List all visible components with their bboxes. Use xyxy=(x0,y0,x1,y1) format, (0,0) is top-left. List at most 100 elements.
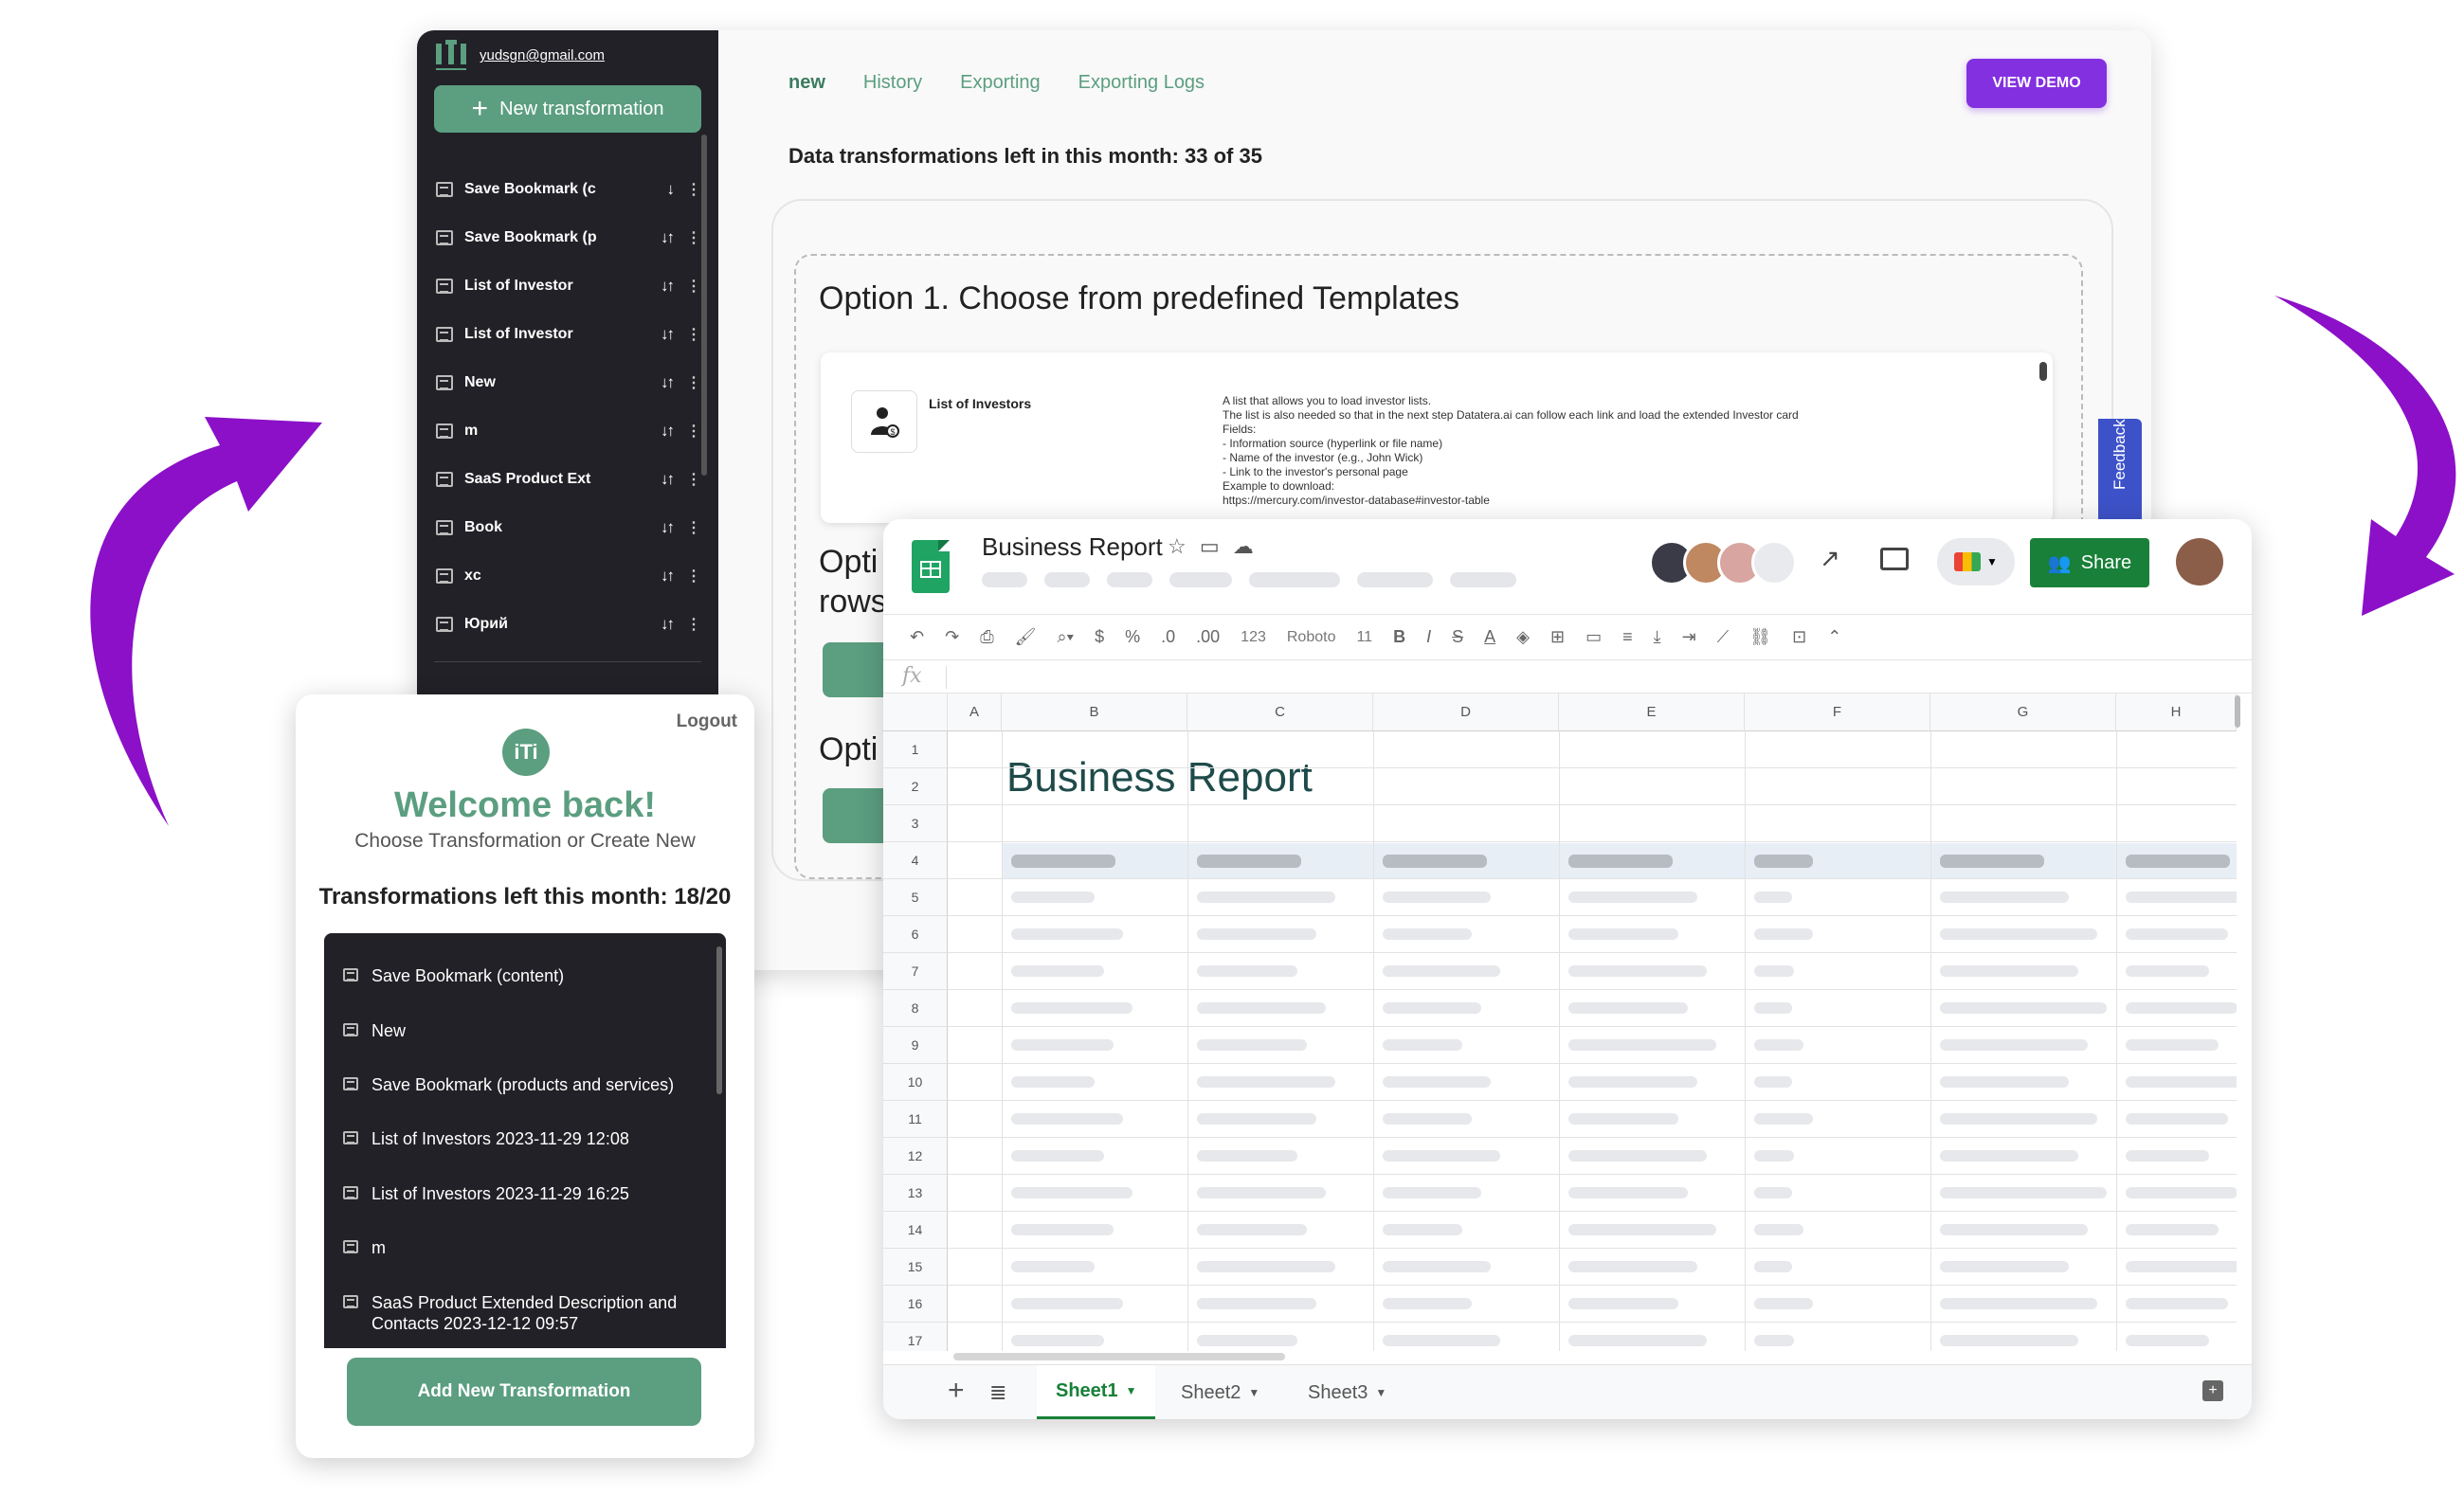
row-header[interactable]: 5 xyxy=(883,879,948,916)
cell-placeholder[interactable] xyxy=(1940,928,2097,940)
corner-cell[interactable] xyxy=(883,693,948,731)
cell-placeholder[interactable] xyxy=(1011,1335,1104,1346)
report-heading[interactable]: Business Report xyxy=(1006,754,1313,802)
cell-placeholder[interactable] xyxy=(1383,1150,1500,1162)
cell-placeholder[interactable] xyxy=(1568,1076,1697,1088)
cell-placeholder[interactable] xyxy=(1754,1224,1803,1235)
cell-placeholder[interactable] xyxy=(2126,1298,2228,1309)
tab-exporting[interactable]: Exporting xyxy=(960,72,1041,94)
column-header[interactable]: G xyxy=(1930,693,2116,731)
cell-placeholder[interactable] xyxy=(2126,1076,2237,1088)
cell-placeholder[interactable] xyxy=(2126,1224,2219,1235)
cell-placeholder[interactable] xyxy=(1940,1076,2069,1088)
cell-placeholder[interactable] xyxy=(1568,1150,1707,1162)
cell-placeholder[interactable] xyxy=(1011,1113,1123,1125)
cell-placeholder[interactable] xyxy=(2126,892,2237,903)
tab-new[interactable]: new xyxy=(788,72,825,94)
row-header[interactable]: 6 xyxy=(883,916,948,953)
cell-placeholder[interactable] xyxy=(1383,1187,1481,1198)
cell-placeholder[interactable] xyxy=(1011,928,1123,940)
cell-placeholder[interactable] xyxy=(1754,1298,1813,1309)
cell-placeholder[interactable] xyxy=(1011,1002,1132,1014)
row-header[interactable]: 1 xyxy=(883,731,948,768)
horizontal-scrollbar[interactable] xyxy=(953,1353,2185,1360)
meet-button[interactable]: ▼ xyxy=(1937,538,2015,585)
cell-placeholder[interactable] xyxy=(1754,1335,1794,1346)
font-size-select[interactable]: 11 xyxy=(1356,629,1372,646)
more-options-icon[interactable]: ⋮ xyxy=(686,615,701,634)
sort-arrows-icon[interactable]: ↓↑ xyxy=(635,422,675,441)
sidebar-scrollbar[interactable] xyxy=(701,135,707,476)
more-options-icon[interactable]: ⋮ xyxy=(686,373,701,392)
cell-placeholder[interactable] xyxy=(1383,1039,1462,1051)
cell-placeholder[interactable] xyxy=(1568,1298,1678,1309)
formula-bar[interactable]: fx xyxy=(883,659,2252,693)
row-header[interactable]: 4 xyxy=(883,842,948,879)
text-color-icon[interactable]: A xyxy=(1484,627,1495,647)
all-sheets-icon[interactable]: ≣ xyxy=(989,1380,1006,1405)
cell-placeholder[interactable] xyxy=(1197,1224,1307,1235)
redo-icon[interactable]: ↷ xyxy=(945,627,959,647)
row-header[interactable]: 13 xyxy=(883,1175,948,1212)
cell-placeholder[interactable] xyxy=(1568,1002,1688,1014)
list-item[interactable]: Save Bookmark (products and services) xyxy=(324,1074,693,1095)
explore-icon[interactable]: + xyxy=(2202,1380,2223,1401)
menu-item-placeholder[interactable] xyxy=(1450,572,1516,587)
sidebar-item[interactable]: Юрий ↓↑ ⋮ xyxy=(417,600,701,648)
cell-placeholder[interactable] xyxy=(1011,1187,1132,1198)
column-header[interactable]: E xyxy=(1559,693,1745,731)
cell-placeholder[interactable] xyxy=(1011,1039,1114,1051)
spreadsheet-grid[interactable]: Business Report A B C D E F G H 1 2 3 4 5 6 7 8 9 10 11 12 1… xyxy=(883,693,2237,1351)
cell-placeholder[interactable] xyxy=(1197,892,1335,903)
column-header[interactable]: B xyxy=(1002,693,1187,731)
cell-placeholder[interactable] xyxy=(1754,965,1794,977)
star-folder-cloud-icons[interactable]: ☆ ▭ ☁ xyxy=(1168,534,1258,559)
cell-placeholder[interactable] xyxy=(2126,965,2209,977)
cell-placeholder[interactable] xyxy=(1011,965,1104,977)
cell-placeholder[interactable] xyxy=(1383,892,1491,903)
undo-icon[interactable]: ↶ xyxy=(910,627,924,647)
cell-placeholder[interactable] xyxy=(1011,1150,1104,1162)
sheet-tab-2[interactable]: Sheet2 ▼ xyxy=(1162,1365,1278,1419)
sort-arrows-icon[interactable]: ↓↑ xyxy=(635,615,675,634)
logout-link[interactable]: Logout xyxy=(677,711,737,732)
sidebar-item[interactable]: Save Bookmark (p ↓↑ ⋮ xyxy=(417,213,701,261)
vertical-scrollbar[interactable] xyxy=(2235,695,2240,728)
row-header[interactable]: 14 xyxy=(883,1212,948,1249)
cell-placeholder[interactable] xyxy=(1383,1298,1472,1309)
new-transformation-button[interactable]: + New transformation xyxy=(434,85,701,133)
cell-placeholder[interactable] xyxy=(1197,1261,1335,1272)
cell-placeholder[interactable] xyxy=(1940,1002,2107,1014)
cell-placeholder[interactable] xyxy=(2126,1261,2237,1272)
cell-placeholder[interactable] xyxy=(1754,1039,1803,1051)
header-cell-placeholder[interactable] xyxy=(1568,855,1673,868)
sidebar-item[interactable]: List of Investor ↓↑ ⋮ xyxy=(417,261,701,310)
header-cell-placeholder[interactable] xyxy=(2126,855,2230,868)
sort-arrows-icon[interactable]: ↓ xyxy=(635,180,676,199)
cell-placeholder[interactable] xyxy=(1383,1224,1462,1235)
sort-arrows-icon[interactable]: ↓↑ xyxy=(635,373,675,392)
cell-placeholder[interactable] xyxy=(1568,1335,1707,1346)
column-header[interactable]: A xyxy=(948,693,1002,731)
menu-item-placeholder[interactable] xyxy=(1169,572,1232,587)
cell-placeholder[interactable] xyxy=(1568,965,1707,977)
cell-placeholder[interactable] xyxy=(2126,1113,2228,1125)
cell-placeholder[interactable] xyxy=(1197,1076,1335,1088)
cell-placeholder[interactable] xyxy=(1754,1002,1792,1014)
tab-exporting-logs[interactable]: Exporting Logs xyxy=(1078,72,1205,94)
more-options-icon[interactable]: ⋮ xyxy=(686,470,701,489)
sheet-tab-1[interactable]: Sheet1 ▼ xyxy=(1037,1365,1156,1419)
column-header[interactable]: C xyxy=(1187,693,1373,731)
zoom-icon[interactable]: ⌕▾ xyxy=(1057,627,1074,647)
sort-arrows-icon[interactable]: ↓↑ xyxy=(635,277,675,296)
sidebar-item[interactable]: Book ↓↑ ⋮ xyxy=(417,503,701,551)
cell-placeholder[interactable] xyxy=(1383,1113,1472,1125)
cell-placeholder[interactable] xyxy=(1383,1261,1491,1272)
account-email[interactable]: yudsgn@gmail.com xyxy=(480,47,605,63)
percent-icon[interactable]: % xyxy=(1125,627,1140,647)
cell-placeholder[interactable] xyxy=(1940,1039,2088,1051)
cell-placeholder[interactable] xyxy=(1940,1224,2088,1235)
cell-placeholder[interactable] xyxy=(1011,1224,1114,1235)
cell-placeholder[interactable] xyxy=(1383,1076,1491,1088)
add-sheet-icon[interactable]: + xyxy=(948,1375,965,1407)
